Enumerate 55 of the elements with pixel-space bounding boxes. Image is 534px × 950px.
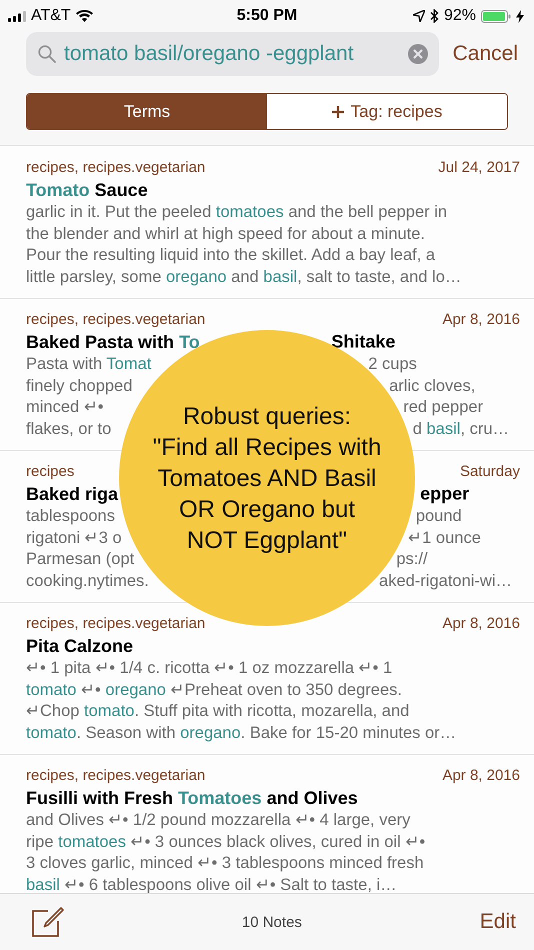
note-date: Apr 8, 2016 bbox=[442, 614, 520, 632]
note-title: Fusilli with Fresh Tomatoes and Olives bbox=[26, 788, 358, 808]
edit-button[interactable]: Edit bbox=[480, 910, 516, 934]
note-tags: recipes, recipes.vegetarian bbox=[26, 614, 206, 632]
note-title: Baked Pasta with To bbox=[26, 332, 200, 352]
preview-text: tablespoons bbox=[26, 507, 115, 525]
preview-text: ↵1 ounce bbox=[408, 528, 481, 548]
preview-text: finely chopped bbox=[26, 376, 132, 394]
compose-icon[interactable] bbox=[30, 906, 64, 938]
preview-text: ps:// bbox=[396, 549, 428, 570]
note-tags: recipes, recipes.vegetarian bbox=[26, 310, 206, 328]
preview-text: aked-rigatoni-wi… bbox=[379, 570, 512, 592]
note-title: Pita Calzone bbox=[26, 636, 134, 656]
cancel-button[interactable]: Cancel bbox=[452, 42, 518, 66]
note-tags: recipes, recipes.vegetarian bbox=[26, 766, 206, 784]
signal-icon bbox=[8, 10, 26, 22]
segment-tab[interactable]: Terms bbox=[27, 94, 267, 129]
note-date: Apr 8, 2016 bbox=[442, 766, 520, 784]
battery-percent: 92% bbox=[444, 7, 476, 25]
preview-text: Pasta with Tomat bbox=[26, 355, 152, 373]
preview-text: red pepper bbox=[403, 397, 484, 418]
note-count: 10 Notes bbox=[242, 914, 302, 930]
note-tags: recipes bbox=[26, 462, 74, 480]
charging-bolt-icon bbox=[516, 10, 524, 22]
bluetooth-icon bbox=[430, 9, 439, 23]
note-date: Saturday bbox=[460, 462, 520, 480]
note-title: Shitake bbox=[331, 332, 396, 352]
preview-text: cooking.nytimes. bbox=[26, 572, 149, 590]
preview-text: rigatoni ↵3 o bbox=[26, 528, 122, 546]
plus-icon bbox=[332, 106, 344, 118]
preview-text: d basil, cru… bbox=[412, 418, 510, 440]
note-tags: recipes, recipes.vegetarian bbox=[26, 158, 206, 176]
location-arrow-icon bbox=[412, 10, 425, 22]
clock-time: 5:50 PM bbox=[236, 7, 298, 25]
preview-text: 2 cups bbox=[368, 354, 417, 375]
note-preview: ↵• 1 pita ↵• 1/4 c. ricotta ↵• 1 oz mozzarella ↵• 1 tomato ↵• oregano ↵Preheat oven to 350 degrees. ↵Chop tomato. Stuff pita with ricotta, mozarella, and tomato. Season with oregano. Bake for 15-20 minutes or… bbox=[26, 658, 458, 744]
preview-text: Parmesan (opt bbox=[26, 550, 134, 568]
clear-icon[interactable] bbox=[408, 44, 428, 64]
preview-text: arlic cloves, bbox=[389, 376, 476, 396]
note-date: Jul 24, 2017 bbox=[438, 158, 520, 176]
note-preview: and Olives ↵• 1/2 pound mozzarella ↵• 4 large, very ripe tomatoes ↵• 3 ounces black olives, cured in oil ↵• 3 cloves garlic, minced ↵• 3 tablespoons minced fresh basil ↵• 6 tablespoons olive oil ↵• Salt to taste, i… bbox=[26, 810, 426, 893]
wifi-icon bbox=[76, 10, 93, 22]
note-title: Baked riga bbox=[26, 484, 118, 504]
search-icon bbox=[38, 45, 56, 63]
battery-icon bbox=[481, 10, 511, 22]
preview-text: flakes, or to bbox=[26, 420, 112, 438]
note-date: Apr 8, 2016 bbox=[442, 310, 520, 328]
note-title: epper bbox=[420, 484, 470, 504]
callout-text: Robust queries: "Find all Recipes with Tomatoes AND Basil OR Oregano but NOT Eggplant" bbox=[152, 402, 382, 556]
preview-text: minced ↵• bbox=[26, 398, 104, 416]
preview-text: pound bbox=[416, 506, 462, 527]
segment-tab[interactable]: Tag: recipes bbox=[267, 94, 507, 129]
carrier-name: AT&T bbox=[31, 7, 71, 25]
note-preview: garlic in it. Put the peeled tomatoes and the bell pepper in the blender and whirl at high speed for about a minute. Pour the resulting liquid into the skillet. Add a bay leaf, a little parsley, some oregano and basil, salt to taste, and lo… bbox=[26, 202, 462, 288]
note-title: Tomato Sauce bbox=[26, 180, 148, 200]
